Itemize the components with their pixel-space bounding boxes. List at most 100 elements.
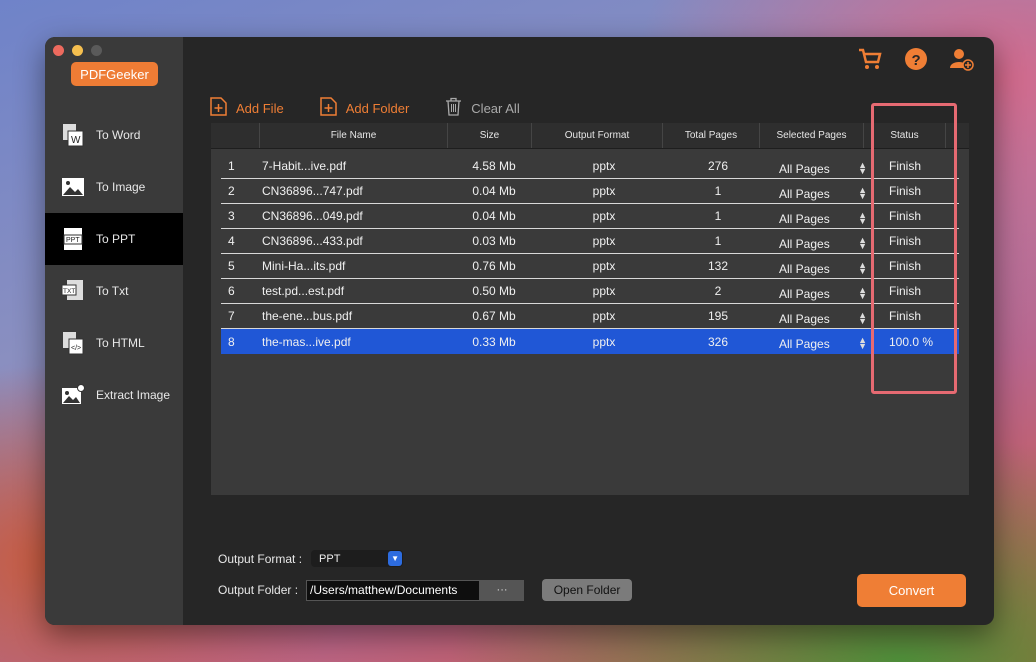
table-row[interactable]: 2 CN36896...747.pdf 0.04 Mb pptx 1 All P… [221,179,959,204]
selected-pages-select[interactable]: All Pages ▲ ▼ [767,304,875,328]
selected-pages-select[interactable]: All Pages ▲ ▼ [767,204,875,228]
file-toolbar: Add File Add Folder Clear All [210,97,556,119]
selected-pages-value: All Pages [779,211,830,226]
selected-pages-select[interactable]: All Pages ▲ ▼ [767,329,875,354]
row-file-name: CN36896...433.pdf [262,234,363,248]
output-folder-row: Output Folder : /Users/matthew/Documents… [218,579,633,601]
account-icon[interactable] [948,45,976,73]
sidebar-item-to-ppt[interactable]: PPT To PPT [45,213,183,265]
table-row-selected[interactable]: 8 the-mas...ive.pdf 0.33 Mb pptx 326 All… [221,329,959,354]
row-file-name: the-mas...ive.pdf [262,334,351,349]
row-total-pages: 1 [714,209,722,223]
updown-chevron-icon: ▲ ▼ [858,235,867,251]
add-file-button[interactable]: Add File [210,97,284,119]
clear-all-button[interactable]: Clear All [445,97,520,119]
row-format: pptx [592,259,616,273]
add-folder-button[interactable]: Add Folder [319,97,409,119]
row-file-name: CN36896...049.pdf [262,209,363,223]
updown-chevron-icon: ▲ ▼ [858,310,867,326]
add-folder-icon [319,97,337,119]
row-index: 2 [228,184,235,198]
app-window: PDFGeeker W To Word To Image PPT To PPT [45,37,994,625]
row-format: pptx [592,284,616,298]
row-format: pptx [592,209,616,223]
sidebar-item-to-image[interactable]: To Image [45,161,183,213]
browse-folder-button[interactable]: ··· [480,579,525,601]
table-row[interactable]: 1 7-Habit...ive.pdf 4.58 Mb pptx 276 All… [221,154,959,179]
output-format-row: Output Format : PPT ▼ [218,550,404,567]
trash-icon [445,97,462,119]
row-total-pages: 1 [714,184,722,198]
table-row[interactable]: 3 CN36896...049.pdf 0.04 Mb pptx 1 All P… [221,204,959,229]
column-header-size[interactable]: Size [447,123,531,148]
table-row[interactable]: 4 CN36896...433.pdf 0.03 Mb pptx 1 All P… [221,229,959,254]
row-format: pptx [592,234,616,248]
row-file-name: the-ene...bus.pdf [262,309,353,323]
row-size: 0.67 Mb [472,309,516,323]
close-window-button[interactable] [53,45,64,56]
selected-pages-select[interactable]: All Pages ▲ ▼ [767,154,875,178]
updown-chevron-icon: ▲ ▼ [858,260,867,276]
table-row[interactable]: 5 Mini-Ha...its.pdf 0.76 Mb pptx 132 All… [221,254,959,279]
row-index: 7 [228,309,235,323]
sidebar-item-label: To PPT [96,232,136,246]
sidebar-item-to-html[interactable]: </> To HTML [45,317,183,369]
row-format: pptx [592,184,616,198]
row-size: 0.04 Mb [472,184,516,198]
sidebar-item-extract-image[interactable]: Extract Image [45,369,183,421]
output-format-label: Output Format : [218,551,303,566]
svg-text:TXT: TXT [63,288,75,295]
column-header-selected-pages[interactable]: Selected Pages [759,123,863,148]
minimize-window-button[interactable] [72,45,83,56]
row-total-pages: 326 [707,334,729,349]
sidebar-nav: W To Word To Image PPT To PPT TXT To Txt… [45,109,183,421]
row-format: pptx [592,159,616,173]
column-header-output-format[interactable]: Output Format [531,123,662,148]
sidebar: PDFGeeker W To Word To Image PPT To PPT [45,37,183,625]
file-table: File Name Size Output Format Total Pages… [211,123,969,495]
row-status: Finish [889,284,922,298]
window-controls [53,45,102,56]
column-header-total-pages[interactable]: Total Pages [662,123,759,148]
cart-icon[interactable] [856,45,884,73]
selected-pages-select[interactable]: All Pages ▲ ▼ [767,279,875,303]
add-file-icon [210,97,227,119]
sidebar-item-label: To Word [96,128,141,142]
selected-pages-select[interactable]: All Pages ▲ ▼ [767,179,875,203]
column-header-file-name[interactable]: File Name [259,123,447,148]
row-size: 0.04 Mb [472,209,516,223]
row-status: Finish [889,159,922,173]
table-row[interactable]: 6 test.pd...est.pdf 0.50 Mb pptx 2 All P… [221,279,959,304]
row-status: 100.0 % [889,334,934,349]
column-header-status[interactable]: Status [863,123,945,148]
output-format-select[interactable]: PPT ▼ [311,550,404,567]
sidebar-item-label: To HTML [96,336,145,350]
convert-button[interactable]: Convert [857,574,966,607]
output-folder-field[interactable]: /Users/matthew/Documents [306,579,481,601]
column-header-index [211,123,259,148]
row-total-pages: 2 [714,284,722,298]
zoom-window-button[interactable] [91,45,102,56]
svg-text:</>: </> [71,345,81,352]
open-folder-button[interactable]: Open Folder [542,579,633,601]
svg-text:?: ? [912,52,921,69]
row-file-name: CN36896...747.pdf [262,184,363,198]
row-status: Finish [889,234,922,248]
row-total-pages: 276 [707,159,729,173]
updown-chevron-icon: ▲ ▼ [858,185,867,201]
selected-pages-value: All Pages [779,311,830,326]
ppt-doc-icon: PPT [60,227,85,252]
table-row[interactable]: 7 the-ene...bus.pdf 0.67 Mb pptx 195 All… [221,304,959,329]
selected-pages-select[interactable]: All Pages ▲ ▼ [767,254,875,278]
help-icon[interactable]: ? [902,45,930,73]
selected-pages-value: All Pages [779,286,830,301]
selected-pages-select[interactable]: All Pages ▲ ▼ [767,229,875,253]
sidebar-item-label: To Image [96,180,146,194]
sidebar-item-to-word[interactable]: W To Word [45,109,183,161]
row-status: Finish [889,309,922,323]
top-actions: ? [856,45,976,73]
sidebar-item-to-txt[interactable]: TXT To Txt [45,265,183,317]
selected-pages-value: All Pages [779,261,830,276]
output-format-value: PPT [319,552,341,565]
updown-chevron-icon: ▲ ▼ [858,285,867,301]
